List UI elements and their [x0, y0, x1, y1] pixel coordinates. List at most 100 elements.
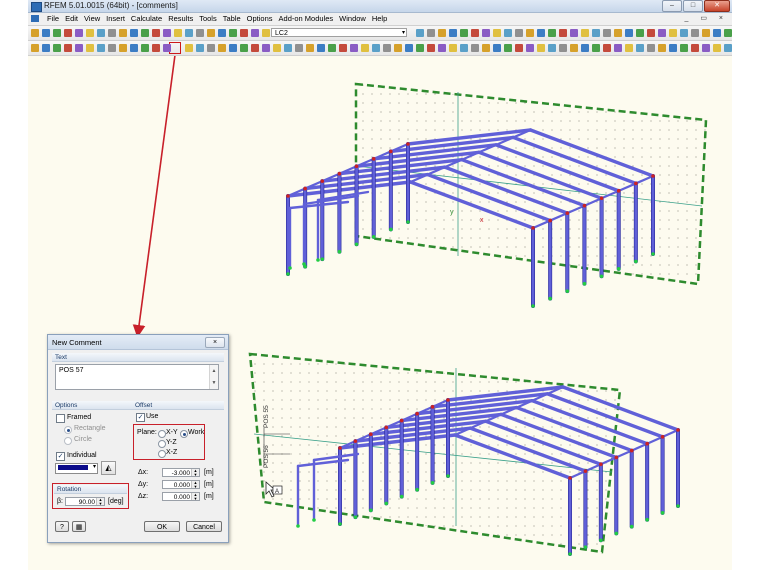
toolbar-tool-icon[interactable] [482, 29, 490, 37]
toolbar-tool-icon[interactable] [482, 44, 490, 52]
toolbar-tool-icon[interactable] [229, 29, 237, 37]
toolbar-tool-icon[interactable] [438, 29, 446, 37]
text-scrollbar[interactable]: ▲ ▼ [209, 365, 218, 389]
dx-spinner[interactable]: ▲ ▼ [191, 469, 199, 476]
toolbar-tool-icon[interactable] [636, 29, 644, 37]
toolbar-tool-icon[interactable] [680, 29, 688, 37]
toolbar-tool-icon[interactable] [625, 44, 633, 52]
toolbar-tool-icon[interactable] [317, 44, 325, 52]
toolbar-tool-icon[interactable] [240, 44, 248, 52]
toolbar-tool-icon[interactable] [163, 29, 171, 37]
toolbar-tool-icon[interactable] [504, 29, 512, 37]
toolbar-tool-icon[interactable] [31, 44, 39, 52]
xy-radio[interactable] [158, 430, 166, 438]
toolbar-tool-icon[interactable] [658, 29, 666, 37]
toolbar-tool-icon[interactable] [691, 44, 699, 52]
toolbar-tool-icon[interactable] [537, 29, 545, 37]
toolbar-tool-icon[interactable] [548, 29, 556, 37]
toolbar-tool-icon[interactable] [130, 29, 138, 37]
toolbar-tool-icon[interactable] [207, 29, 215, 37]
toolbar-tool-icon[interactable] [570, 29, 578, 37]
dy-input[interactable]: 0.000 ▲ ▼ [162, 480, 200, 489]
toolbar-tool-icon[interactable] [504, 44, 512, 52]
toolbar-tool-icon[interactable] [350, 44, 358, 52]
close-window-button[interactable]: ✕ [704, 0, 730, 12]
color-select[interactable]: ▾ [55, 463, 98, 474]
toolbar-tool-icon[interactable] [53, 44, 61, 52]
toolbar-tool-icon[interactable] [438, 44, 446, 52]
toolbar-tool-icon[interactable] [152, 29, 160, 37]
toolbar-tool-icon[interactable] [614, 29, 622, 37]
xz-radio[interactable] [158, 450, 166, 458]
toolbar-tool-icon[interactable] [75, 29, 83, 37]
individual-checkbox[interactable]: ✓ [56, 452, 65, 461]
toolbar-tool-icon[interactable] [581, 29, 589, 37]
toolbar-tool-icon[interactable] [174, 29, 182, 37]
toolbar-tool-icon[interactable] [449, 44, 457, 52]
toolbar-tool-icon[interactable] [515, 44, 523, 52]
toolbar-tool-icon[interactable] [119, 44, 127, 52]
toolbar-tool-icon[interactable] [361, 44, 369, 52]
toolbar-tool-icon[interactable] [713, 29, 721, 37]
toolbar-tool-icon[interactable] [372, 44, 380, 52]
toolbar-tool-icon[interactable] [141, 44, 149, 52]
toolbar-tool-icon[interactable] [229, 44, 237, 52]
menu-edit[interactable]: Edit [62, 14, 81, 24]
toolbar-tool-icon[interactable] [86, 44, 94, 52]
toolbar-tool-icon[interactable] [328, 44, 336, 52]
toolbar-tool-icon[interactable] [306, 44, 314, 52]
menu-results[interactable]: Results [165, 14, 196, 24]
toolbar-tool-icon[interactable] [75, 44, 83, 52]
toolbar-tool-icon[interactable] [614, 44, 622, 52]
toolbar-tool-icon[interactable] [163, 44, 171, 52]
toolbar-tool-icon[interactable] [669, 29, 677, 37]
dx-input[interactable]: -3.000 ▲ ▼ [162, 468, 200, 477]
circle-radio[interactable] [64, 437, 72, 445]
toolbar-tool-icon[interactable] [86, 29, 94, 37]
work-radio[interactable] [180, 430, 188, 438]
menu-help[interactable]: Help [369, 14, 390, 24]
comment-text-input[interactable]: POS 57 ▲ ▼ [55, 364, 219, 390]
beta-input[interactable]: 90.00 ▲ ▼ [65, 497, 105, 506]
menu-file[interactable]: File [44, 14, 62, 24]
menu-tools[interactable]: Tools [196, 14, 220, 24]
toolbar-tool-icon[interactable] [405, 44, 413, 52]
toolbar-tool-icon[interactable] [416, 29, 424, 37]
menu-insert[interactable]: Insert [103, 14, 128, 24]
toolbar-tool-icon[interactable] [471, 29, 479, 37]
toolbar-tool-icon[interactable] [427, 29, 435, 37]
toolbar-tool-icon[interactable] [383, 44, 391, 52]
toolbar-tool-icon[interactable] [53, 29, 61, 37]
toolbar-tool-icon[interactable] [207, 44, 215, 52]
toolbar-tool-icon[interactable] [108, 29, 116, 37]
toolbar-tool-icon[interactable] [625, 29, 633, 37]
toolbar-tool-icon[interactable] [460, 44, 468, 52]
toolbar-tool-icon[interactable] [493, 29, 501, 37]
menu-window[interactable]: Window [336, 14, 369, 24]
dz-spinner[interactable]: ▲ ▼ [191, 493, 199, 500]
toolbar-tool-icon[interactable] [471, 44, 479, 52]
loadcase-select[interactable]: LC2 ▾ [271, 28, 407, 37]
toolbar-tool-icon[interactable] [559, 29, 567, 37]
toolbar-tool-icon[interactable] [339, 44, 347, 52]
beta-spinner[interactable]: ▲ ▼ [96, 498, 104, 505]
menu-options[interactable]: Options [244, 14, 276, 24]
yz-radio[interactable] [158, 440, 166, 448]
rectangle-radio[interactable] [64, 426, 72, 434]
toolbar-tool-icon[interactable] [603, 29, 611, 37]
toolbar-tool-icon[interactable] [548, 44, 556, 52]
document-icon[interactable] [31, 15, 39, 22]
toolbar-tool-icon[interactable] [108, 44, 116, 52]
toolbar-tool-icon[interactable] [592, 44, 600, 52]
toolbar-tool-icon[interactable] [240, 29, 248, 37]
toolbar-tool-icon[interactable] [218, 29, 226, 37]
use-offset-checkbox[interactable]: ✓ [136, 413, 145, 422]
ok-button[interactable]: OK [144, 521, 180, 532]
help-icon[interactable]: ? [55, 521, 69, 532]
toolbar-tool-icon[interactable] [449, 29, 457, 37]
toolbar-tool-icon[interactable] [647, 29, 655, 37]
toolbar-tool-icon[interactable] [185, 44, 193, 52]
toolbar-tool-icon[interactable] [119, 29, 127, 37]
menu-view[interactable]: View [81, 14, 103, 24]
dz-input[interactable]: 0.000 ▲ ▼ [162, 492, 200, 501]
